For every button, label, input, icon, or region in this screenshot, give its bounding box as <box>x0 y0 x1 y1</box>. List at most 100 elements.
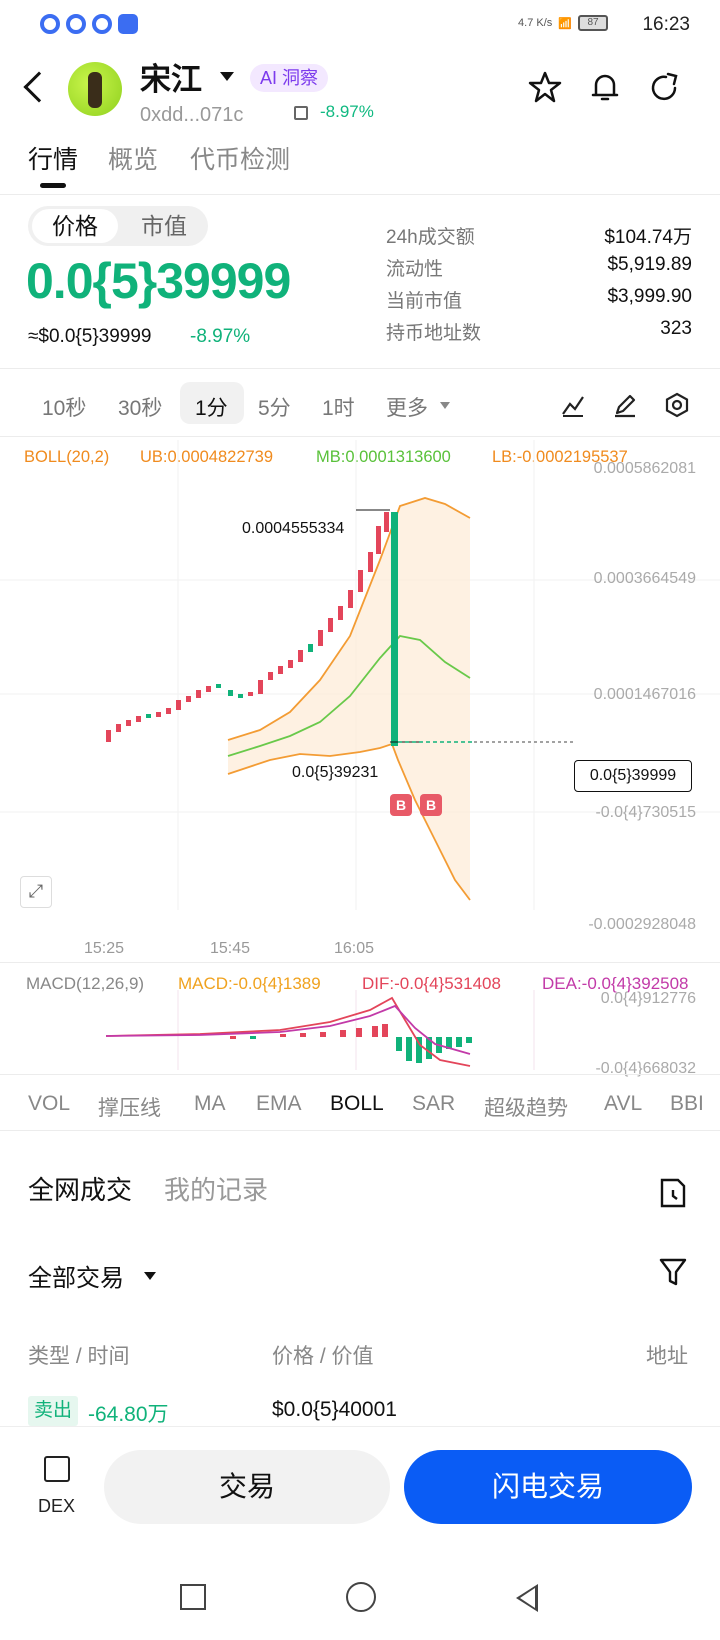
indicator-vol[interactable]: VOL <box>28 1092 70 1116</box>
candle <box>358 570 363 592</box>
boll-band-fill <box>228 498 470 900</box>
trade-price: $0.0{5}40001 <box>272 1398 397 1421</box>
candle <box>166 708 171 714</box>
candle <box>126 720 131 726</box>
x-tick: 15:25 <box>84 940 125 957</box>
indicator-supertrend[interactable]: 超级趋势 <box>484 1092 568 1122</box>
app-notification-icon <box>66 14 86 34</box>
header-change: -8.97% <box>320 102 374 121</box>
divider <box>0 436 720 437</box>
token-address: 0xdd...071c <box>140 104 244 126</box>
candle <box>206 686 211 692</box>
candle <box>348 590 353 608</box>
notification-icons <box>40 14 138 34</box>
interval-30s[interactable]: 30秒 <box>118 392 162 422</box>
candle <box>156 712 161 717</box>
dif-line <box>105 996 471 1067</box>
trade-button[interactable]: 交易 <box>104 1450 390 1524</box>
candle <box>136 716 141 722</box>
candle <box>238 694 243 698</box>
draw-icon[interactable] <box>612 392 638 418</box>
candle <box>318 630 323 646</box>
tab-market[interactable]: 行情 <box>28 140 78 176</box>
usd-price: ≈$0.0{5}39999 <box>28 326 152 347</box>
candle <box>176 700 181 710</box>
indicator-boll[interactable]: BOLL <box>330 1092 384 1116</box>
col-price-value: 价格 / 价值 <box>272 1345 374 1368</box>
indicator-ema[interactable]: EMA <box>256 1092 302 1116</box>
indicator-ma[interactable]: MA <box>194 1092 226 1116</box>
sell-badge: 卖出 <box>28 1396 79 1426</box>
tab-all-trades[interactable]: 全网成交 <box>28 1170 132 1207</box>
interval-1m[interactable]: 1分 <box>195 392 228 422</box>
tab-overview[interactable]: 概览 <box>108 140 158 176</box>
candle-dump <box>391 512 398 746</box>
candle <box>308 644 313 652</box>
chevron-down-icon[interactable] <box>220 72 234 81</box>
chevron-down-icon[interactable] <box>144 1272 156 1280</box>
stat-value: $5,919.89 <box>607 254 692 275</box>
share-icon[interactable] <box>648 70 682 104</box>
candle <box>338 606 343 620</box>
stat-label: 当前市值 <box>386 291 463 312</box>
token-avatar <box>68 62 122 116</box>
filter-icon[interactable] <box>658 1256 688 1288</box>
indicator-sar[interactable]: SAR <box>412 1092 455 1116</box>
expand-icon[interactable]: ⤢ <box>20 876 52 908</box>
stat-value: $3,999.90 <box>607 286 692 307</box>
toggle-marketcap[interactable]: 市值 <box>124 209 204 243</box>
candle <box>258 680 263 694</box>
divider <box>0 1074 720 1075</box>
buy-marker[interactable]: B <box>420 794 442 816</box>
interval-more[interactable]: 更多 <box>386 392 428 422</box>
back-icon[interactable] <box>23 71 55 103</box>
candle <box>228 690 233 696</box>
stat-label: 24h成交额 <box>386 227 475 248</box>
indicator-avl[interactable]: AVL <box>604 1092 642 1116</box>
clock: 16:23 <box>642 14 690 35</box>
candlestick-chart[interactable] <box>0 440 720 920</box>
system-icons: 4.7 K/s 📶 87 <box>518 15 608 31</box>
candle <box>186 696 191 702</box>
dex-icon[interactable] <box>44 1456 70 1482</box>
y-tick: 0.0005862081 <box>593 460 696 477</box>
buy-marker[interactable]: B <box>390 794 412 816</box>
price-toggle: 价格 市值 <box>28 206 208 246</box>
interval-10s[interactable]: 10秒 <box>42 392 86 422</box>
home-icon[interactable] <box>346 1582 376 1612</box>
col-address: 地址 <box>646 1345 688 1368</box>
token-name[interactable]: 宋江 <box>140 54 202 99</box>
flash-trade-button[interactable]: 闪电交易 <box>404 1450 692 1524</box>
recents-icon[interactable] <box>180 1584 206 1610</box>
trade-filter[interactable]: 全部交易 <box>28 1258 124 1293</box>
ai-insight-badge[interactable]: AI 洞察 <box>250 64 329 92</box>
interval-5m[interactable]: 5分 <box>258 392 291 422</box>
tab-my-records[interactable]: 我的记录 <box>164 1170 268 1207</box>
bell-icon[interactable] <box>588 70 622 104</box>
candle <box>298 650 303 662</box>
low-label: 0.0{5}39231 <box>292 764 379 781</box>
candle <box>106 730 111 742</box>
divider <box>0 1130 720 1131</box>
tab-token-check[interactable]: 代币检测 <box>190 140 290 176</box>
indicator-icon[interactable] <box>560 392 586 418</box>
toggle-price[interactable]: 价格 <box>32 209 118 243</box>
divider <box>0 194 720 195</box>
copy-icon[interactable] <box>294 106 308 120</box>
indicator-support[interactable]: 撑压线 <box>98 1092 161 1122</box>
candle <box>116 724 121 732</box>
dex-label[interactable]: DEX <box>38 1496 75 1517</box>
history-icon[interactable] <box>658 1176 688 1210</box>
star-icon[interactable] <box>528 70 562 104</box>
chevron-down-icon[interactable] <box>440 402 450 409</box>
indicator-bbi[interactable]: BBI <box>670 1092 720 1116</box>
back-nav-icon[interactable] <box>516 1584 538 1612</box>
candle <box>328 618 333 632</box>
interval-1h[interactable]: 1时 <box>322 392 355 422</box>
wifi-icon: 📶 <box>558 17 572 30</box>
settings-icon[interactable] <box>664 392 690 418</box>
candle <box>376 526 381 554</box>
candle <box>146 714 151 718</box>
x-tick: 16:05 <box>334 940 375 957</box>
app-notification-icon <box>40 14 60 34</box>
